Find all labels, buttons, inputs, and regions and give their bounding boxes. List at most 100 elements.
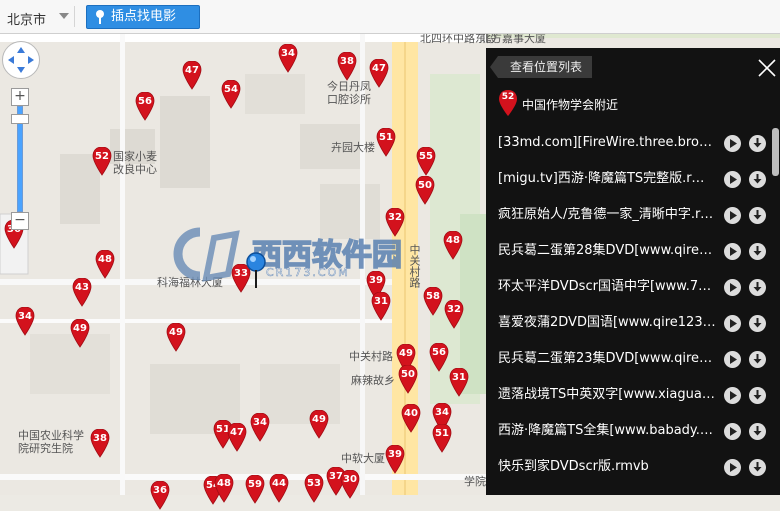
road-xueyuan: 学院 xyxy=(464,475,486,488)
map-marker[interactable]: 50 xyxy=(398,365,418,395)
map-marker[interactable]: 47 xyxy=(227,423,247,453)
marker-number: 49 xyxy=(169,327,183,338)
map-marker[interactable]: 49 xyxy=(309,410,329,440)
movie-title[interactable]: 环太平洋DVDscr国语中字[www.7tu.com] xyxy=(498,279,716,295)
map-marker[interactable]: 51 xyxy=(432,424,452,454)
download-icon[interactable] xyxy=(749,351,766,368)
zoom-in-button[interactable]: + xyxy=(11,88,29,106)
map-marker[interactable]: 31 xyxy=(449,368,469,398)
map-marker[interactable]: 47 xyxy=(182,61,202,91)
map-marker[interactable]: 55 xyxy=(416,147,436,177)
marker-number: 48 xyxy=(217,478,231,489)
download-icon[interactable] xyxy=(749,243,766,260)
movie-title[interactable]: 喜爱夜蒲2DVD国语[www.qire123.com] xyxy=(498,315,716,331)
movie-list-item[interactable]: [33md.com][FireWire.three.brothers xyxy=(486,126,780,162)
map-marker[interactable]: 47 xyxy=(369,59,389,89)
chevron-down-icon[interactable] xyxy=(59,13,69,19)
map-marker[interactable]: 36 xyxy=(150,481,170,511)
download-icon[interactable] xyxy=(749,171,766,188)
movie-title[interactable]: [migu.tv]西游·降魔篇TS完整版.rmvb xyxy=(498,171,716,187)
marker-number: 56 xyxy=(432,347,446,358)
map-pin-icon xyxy=(94,9,106,33)
movie-list-item[interactable]: 疯狂原始人/克鲁德一家_清晰中字.rmvb xyxy=(486,198,780,234)
map-marker[interactable]: 59 xyxy=(245,475,265,505)
map-marker[interactable]: 40 xyxy=(401,404,421,434)
play-icon[interactable] xyxy=(724,243,741,260)
marker-number: 49 xyxy=(312,414,326,425)
download-icon[interactable] xyxy=(749,315,766,332)
marker-number: 39 xyxy=(388,449,402,460)
play-icon[interactable] xyxy=(724,351,741,368)
map-marker[interactable]: 39 xyxy=(385,445,405,475)
map-marker[interactable]: 38 xyxy=(90,429,110,459)
movie-title[interactable]: 民兵葛二蛋第28集DVD[www.qire123.com] xyxy=(498,243,716,259)
map-marker[interactable]: 43 xyxy=(72,278,92,308)
movie-list-item[interactable]: 民兵葛二蛋第28集DVD[www.qire123.com] xyxy=(486,234,780,270)
map-marker[interactable]: 56 xyxy=(429,343,449,373)
zoom-out-button[interactable]: − xyxy=(11,212,29,230)
download-icon[interactable] xyxy=(749,459,766,476)
marker-number: 34 xyxy=(253,417,267,428)
play-icon[interactable] xyxy=(724,423,741,440)
movie-list-item[interactable]: 快乐到家DVDscr版.rmvb xyxy=(486,450,780,486)
map-marker[interactable]: 53 xyxy=(304,474,324,504)
marker-number: 34 xyxy=(18,311,32,322)
map-marker[interactable]: 58 xyxy=(423,287,443,317)
panel-scrollbar[interactable] xyxy=(772,128,779,176)
download-icon[interactable] xyxy=(749,423,766,440)
map-marker[interactable]: 34 xyxy=(278,44,298,74)
play-icon[interactable] xyxy=(724,315,741,332)
map-marker[interactable]: 48 xyxy=(95,250,115,280)
site-watermark-logo: 西西软件园 CR173.COM xyxy=(170,224,460,288)
movie-title[interactable]: 快乐到家DVDscr版.rmvb xyxy=(498,459,716,475)
map-marker[interactable]: 51 xyxy=(376,128,396,158)
play-icon[interactable] xyxy=(724,171,741,188)
location-name: 中国作物学会附近 xyxy=(522,98,619,112)
download-icon[interactable] xyxy=(749,387,766,404)
map-marker[interactable]: 32 xyxy=(444,300,464,330)
map-marker[interactable]: 50 xyxy=(415,176,435,206)
zoom-slider-handle[interactable] xyxy=(11,114,29,124)
map-marker[interactable]: 30 xyxy=(340,470,360,500)
movie-title[interactable]: [33md.com][FireWire.three.brothers xyxy=(498,135,716,151)
movie-title[interactable]: 西游·降魔篇TS全集[www.babady.com] xyxy=(498,423,716,439)
movie-list-item[interactable]: 环太平洋DVDscr国语中字[www.7tu.com] xyxy=(486,270,780,306)
movie-title[interactable]: 疯狂原始人/克鲁德一家_清晰中字.rmvb xyxy=(498,207,716,223)
movie-title[interactable]: 遗落战境TS中英双字[www.xiaguan.com] xyxy=(498,387,716,403)
pan-control[interactable] xyxy=(2,41,40,79)
download-icon[interactable] xyxy=(749,279,766,296)
map-marker[interactable]: 34 xyxy=(250,413,270,443)
marker-number: 32 xyxy=(447,304,461,315)
map-marker[interactable]: 31 xyxy=(371,292,391,322)
view-location-list-button[interactable]: 查看位置列表 xyxy=(489,56,593,78)
city-selector[interactable]: 北京市 xyxy=(7,9,46,28)
download-icon[interactable] xyxy=(749,207,766,224)
download-icon[interactable] xyxy=(749,135,766,152)
movie-list-item[interactable]: 遗落战境TS中英双字[www.xiaguan.com] xyxy=(486,378,780,414)
play-icon[interactable] xyxy=(724,135,741,152)
play-icon[interactable] xyxy=(724,459,741,476)
toolbar-divider xyxy=(74,6,75,27)
map-marker[interactable]: 34 xyxy=(15,307,35,337)
map-marker[interactable]: 54 xyxy=(221,80,241,110)
map-marker[interactable]: 48 xyxy=(214,474,234,504)
movie-list-item[interactable]: 民兵葛二蛋第23集DVD[www.qire123.com] xyxy=(486,342,780,378)
movie-list-item[interactable]: [migu.tv]西游·降魔篇TS完整版.rmvb xyxy=(486,162,780,198)
play-icon[interactable] xyxy=(724,387,741,404)
close-icon[interactable] xyxy=(756,57,778,79)
map-marker[interactable]: 49 xyxy=(166,323,186,353)
play-icon[interactable] xyxy=(724,279,741,296)
map-marker[interactable]: 49 xyxy=(70,319,90,349)
marker-number: 31 xyxy=(374,296,388,307)
movie-list-item[interactable]: 喜爱夜蒲2DVD国语[www.qire123.com] xyxy=(486,306,780,342)
selected-location-pin[interactable] xyxy=(246,252,276,296)
map-marker[interactable]: 52 xyxy=(92,147,112,177)
map-marker[interactable]: 44 xyxy=(269,474,289,504)
pin-find-movie-button[interactable]: 插点找电影 xyxy=(86,5,200,29)
marker-number: 55 xyxy=(419,151,433,162)
map-marker[interactable]: 56 xyxy=(135,92,155,122)
movie-list-item[interactable]: 西游·降魔篇TS全集[www.babady.com] xyxy=(486,414,780,450)
play-icon[interactable] xyxy=(724,207,741,224)
movie-title[interactable]: 民兵葛二蛋第23集DVD[www.qire123.com] xyxy=(498,351,716,367)
map-marker[interactable]: 38 xyxy=(337,52,357,82)
